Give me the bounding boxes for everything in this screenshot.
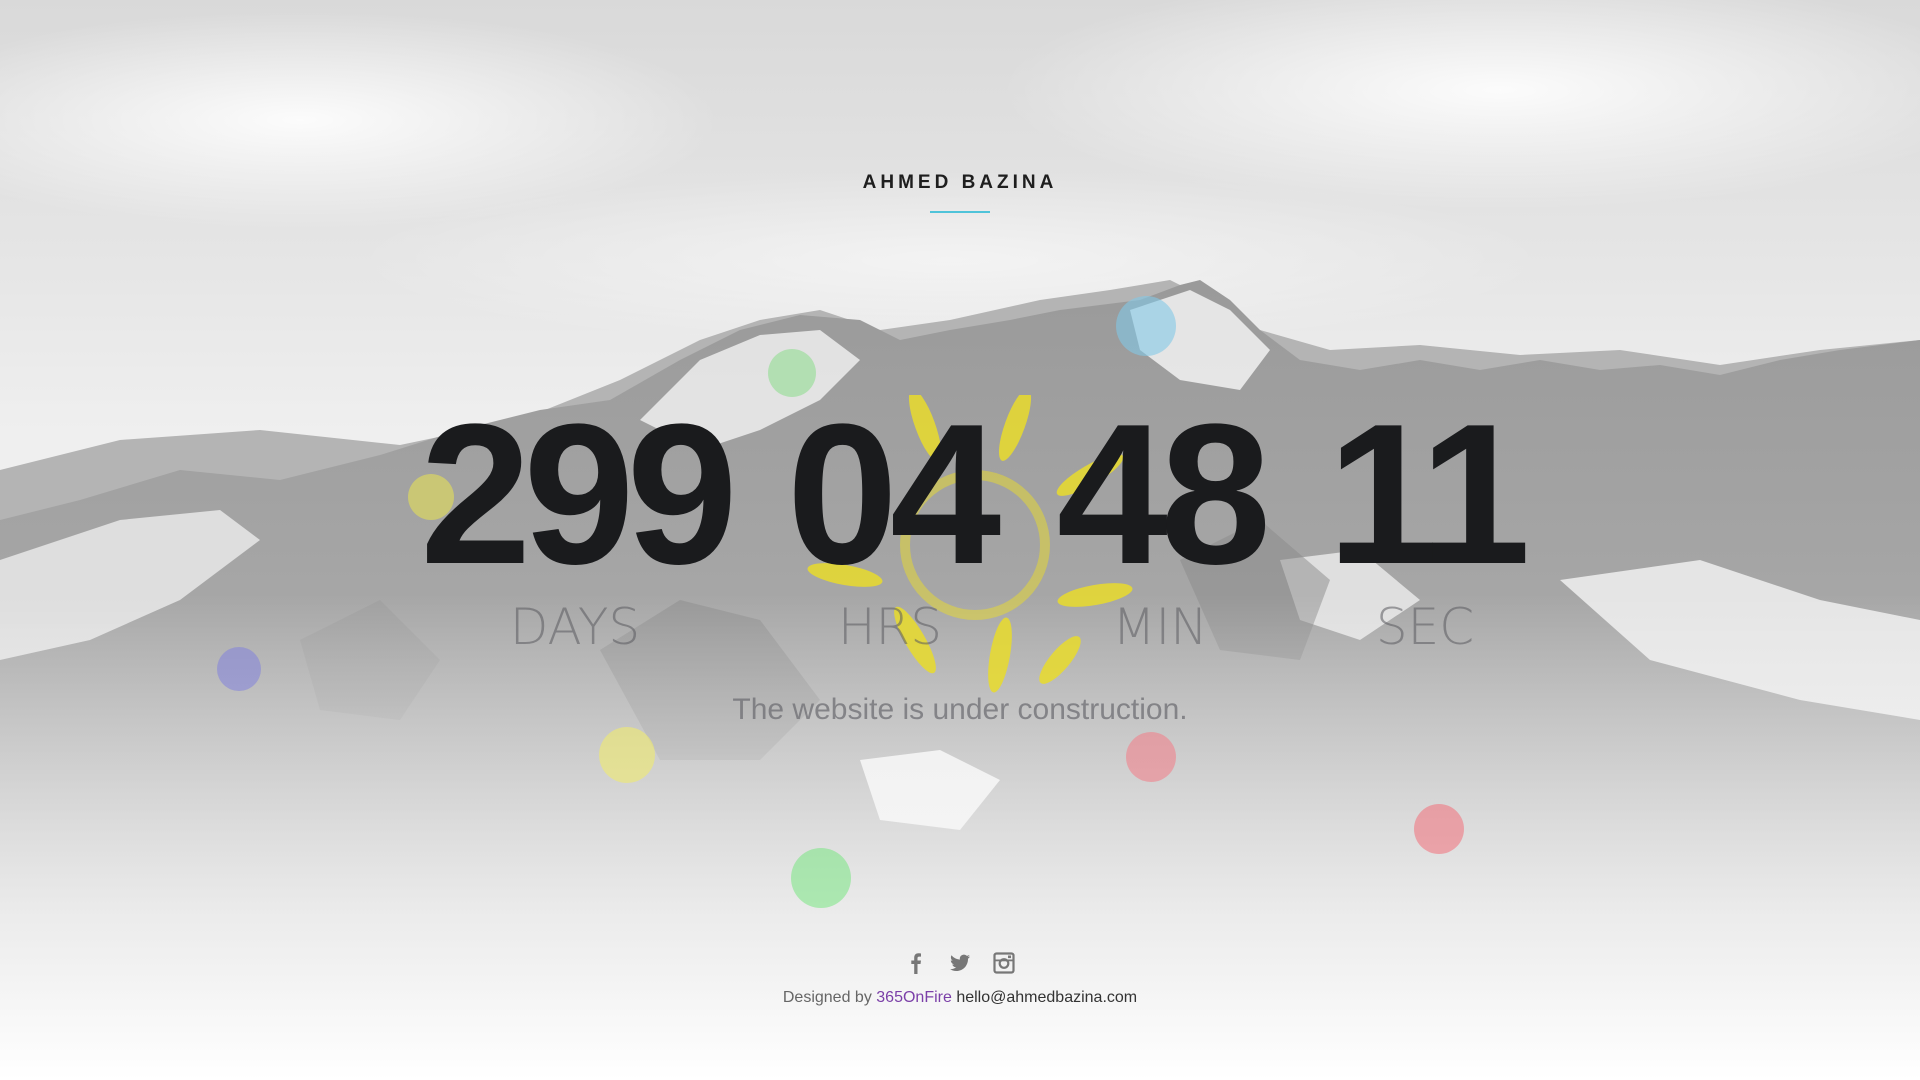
countdown-minutes: 48 MIN	[1055, 383, 1271, 656]
instagram-icon[interactable]	[991, 950, 1017, 976]
countdown-timer: 299 DAYS 04 HRS 48 MIN 11 SEC	[0, 383, 1920, 656]
decorative-dot	[1414, 804, 1464, 854]
contact-email-link[interactable]: hello@ahmedbazina.com	[956, 989, 1137, 1006]
designer-link[interactable]: 365OnFire	[876, 989, 952, 1006]
countdown-hours: 04 HRS	[785, 383, 1001, 656]
page: AHMED BAZINA 299 DAYS 04 HRS 48 MIN 11 S…	[0, 0, 1920, 1080]
decorative-dot	[1116, 296, 1176, 356]
minutes-value: 48	[1056, 383, 1271, 606]
brand-underline-divider	[930, 211, 990, 213]
countdown-days: 299 DAYS	[420, 383, 738, 656]
brand-name: AHMED BAZINA	[862, 172, 1058, 193]
site-footer: Designed by 365OnFire hello@ahmedbazina.…	[0, 989, 1920, 1007]
days-value: 299	[420, 383, 738, 606]
seconds-label: SEC	[1375, 598, 1475, 656]
hours-label: HRS	[837, 598, 943, 656]
decorative-dot	[599, 727, 655, 783]
social-links	[0, 950, 1920, 976]
days-label: DAYS	[509, 598, 641, 656]
countdown-seconds: 11 SEC	[1320, 383, 1530, 656]
decorative-dot	[791, 848, 851, 908]
decorative-dot	[1126, 732, 1176, 782]
seconds-value: 11	[1327, 383, 1530, 606]
site-header: AHMED BAZINA	[0, 172, 1920, 213]
minutes-label: MIN	[1112, 598, 1208, 656]
twitter-icon[interactable]	[947, 950, 973, 976]
hours-value: 04	[786, 383, 1001, 606]
facebook-icon[interactable]	[903, 950, 929, 976]
construction-message: The website is under construction.	[732, 693, 1188, 726]
designed-by-text: Designed by	[782, 989, 872, 1006]
